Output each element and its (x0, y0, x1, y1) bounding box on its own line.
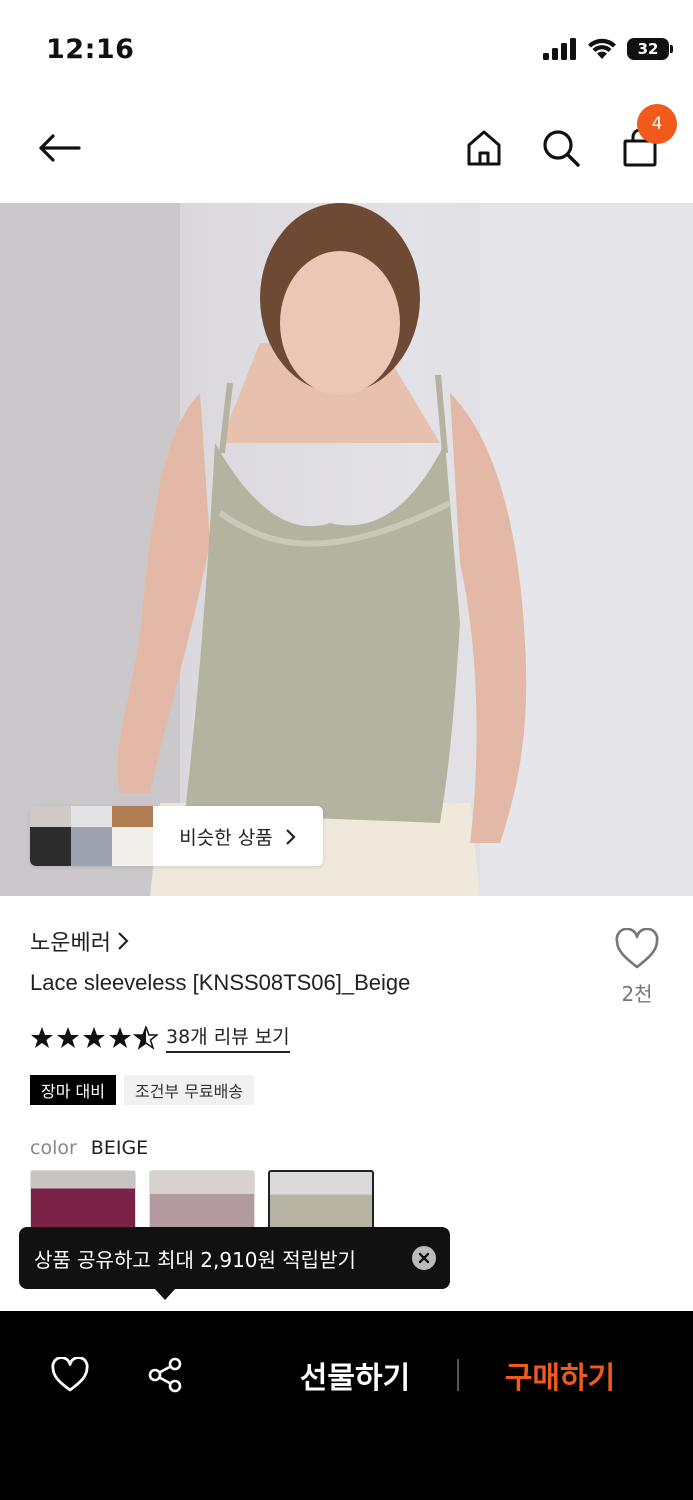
color-value: BEIGE (90, 1137, 149, 1159)
home-button[interactable] (458, 122, 510, 174)
similar-products-button[interactable]: 비슷한 상품 (30, 806, 323, 866)
heart-icon (51, 1357, 89, 1392)
cart-count-badge: 4 (637, 104, 677, 144)
color-row: color BEIGE (30, 1137, 148, 1159)
product-name: Lace sleeveless [KNSS08TS06]_Beige (30, 970, 411, 995)
share-button[interactable] (143, 1353, 187, 1397)
product-hero-image[interactable] (0, 203, 693, 896)
review-link[interactable]: 38개 리뷰 보기 (166, 1022, 290, 1053)
wishlist-button[interactable] (48, 1353, 92, 1397)
tag-free-shipping: 조건부 무료배송 (123, 1075, 255, 1105)
home-icon (467, 130, 501, 166)
status-bar: 12:16 32 (0, 0, 693, 100)
color-swatches (30, 1170, 374, 1230)
color-swatch-beige[interactable] (268, 1170, 374, 1230)
status-icons: 32 (543, 38, 673, 60)
similar-thumb (71, 806, 112, 866)
status-time: 12:16 (46, 34, 135, 65)
similar-thumb (30, 806, 71, 866)
similar-thumbnails (30, 806, 153, 866)
heart-icon (615, 927, 659, 969)
wifi-icon (588, 38, 616, 59)
tooltip-text: 상품 공유하고 최대 2,910원 적립받기 (34, 1247, 356, 1272)
like-button[interactable]: 2천 (612, 927, 662, 1007)
bottom-divider (457, 1359, 459, 1391)
back-arrow-icon (39, 134, 81, 162)
gift-button[interactable]: 선물하기 (290, 1351, 420, 1399)
rating-row: 38개 리뷰 보기 (30, 1022, 290, 1053)
share-icon (148, 1357, 182, 1393)
similar-thumb (112, 806, 153, 866)
brand-link[interactable]: 노운베러 (30, 925, 129, 957)
color-label: color (30, 1137, 77, 1159)
bottom-action-bar: 선물하기 구매하기 (0, 1311, 693, 1500)
chevron-right-icon (285, 828, 296, 845)
color-swatch-wine[interactable] (30, 1170, 136, 1230)
tag-row: 장마 대비 조건부 무료배송 (30, 1075, 255, 1105)
tag-rainy-season: 장마 대비 (30, 1075, 116, 1105)
search-button[interactable] (535, 122, 587, 174)
similar-products-label: 비슷한 상품 (153, 823, 323, 850)
chevron-right-icon (118, 932, 129, 950)
top-nav-bar (0, 100, 693, 203)
product-photo (0, 203, 693, 896)
share-reward-tooltip: 상품 공유하고 최대 2,910원 적립받기 (19, 1227, 450, 1289)
color-swatch-pink[interactable] (149, 1170, 255, 1230)
brand-name: 노운베러 (30, 931, 111, 956)
tooltip-arrow (154, 1288, 176, 1300)
buy-button[interactable]: 구매하기 (495, 1351, 625, 1399)
like-count: 2천 (621, 982, 653, 1006)
signal-icon (543, 38, 576, 60)
search-icon (543, 130, 580, 167)
star-rating-icon (31, 1025, 158, 1049)
back-button[interactable] (33, 122, 85, 174)
tooltip-close-button[interactable] (412, 1246, 436, 1270)
battery-indicator: 32 (627, 38, 673, 60)
close-icon (418, 1252, 430, 1264)
